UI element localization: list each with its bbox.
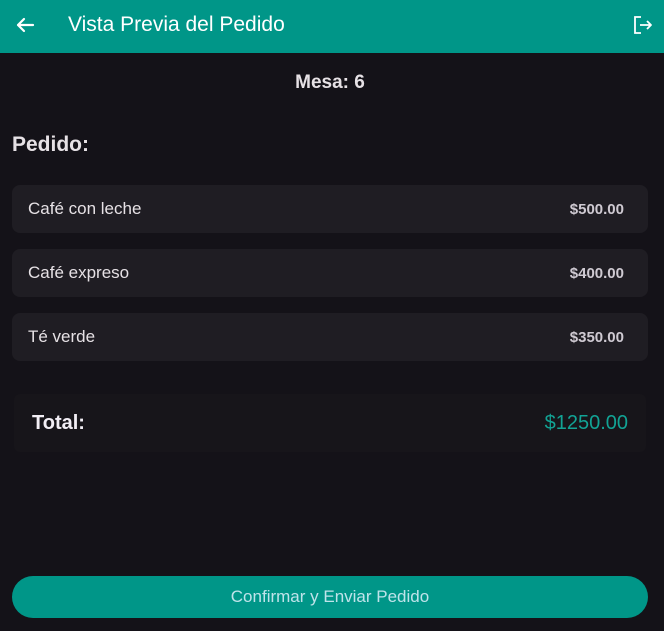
item-price: $500.00 <box>569 200 624 218</box>
total-label: Total: <box>32 411 85 434</box>
order-items-list: Café con leche $500.00 Café expreso $400… <box>12 185 648 377</box>
page-title: Vista Previa del Pedido <box>68 13 285 36</box>
app-bar: Vista Previa del Pedido <box>0 0 664 53</box>
table-number: Mesa: 6 <box>295 72 365 93</box>
item-name: Café expreso <box>28 263 130 282</box>
item-price: $400.00 <box>569 264 624 282</box>
total-value: $1250.00 <box>544 411 628 434</box>
total-card: Total: $1250.00 <box>14 394 646 452</box>
arrow-left-icon <box>16 17 35 33</box>
logout-button[interactable] <box>630 12 656 38</box>
bottom-edge <box>0 631 664 635</box>
item-name: Café con leche <box>28 199 142 218</box>
order-item: Café con leche $500.00 <box>12 185 648 233</box>
item-name: Té verde <box>28 327 96 346</box>
order-heading: Pedido: <box>12 133 89 156</box>
order-item: Café expreso $400.00 <box>12 249 648 297</box>
confirm-order-button[interactable]: Confirmar y Enviar Pedido <box>12 576 648 618</box>
order-item: Té verde $350.00 <box>12 313 648 361</box>
item-price: $350.00 <box>569 328 624 346</box>
back-button[interactable] <box>10 10 40 40</box>
logout-icon <box>634 16 652 34</box>
